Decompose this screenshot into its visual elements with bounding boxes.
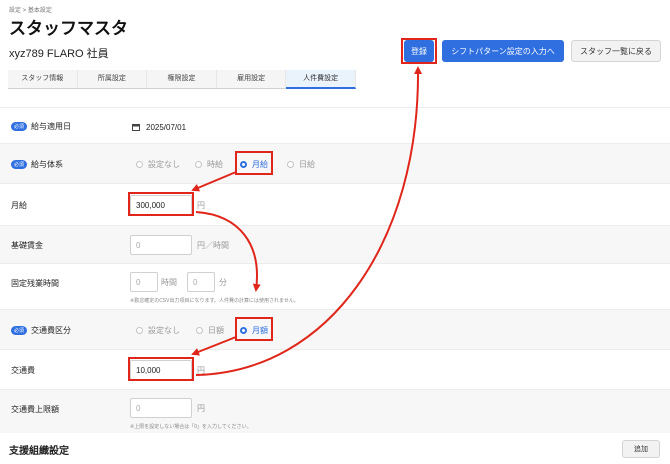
arrow-monthly-to-salary <box>191 171 237 192</box>
arrow-salary-to-transport-type <box>195 211 261 292</box>
arrow-transport-type-to-cost <box>191 336 237 356</box>
annotation-arrows <box>191 66 423 376</box>
